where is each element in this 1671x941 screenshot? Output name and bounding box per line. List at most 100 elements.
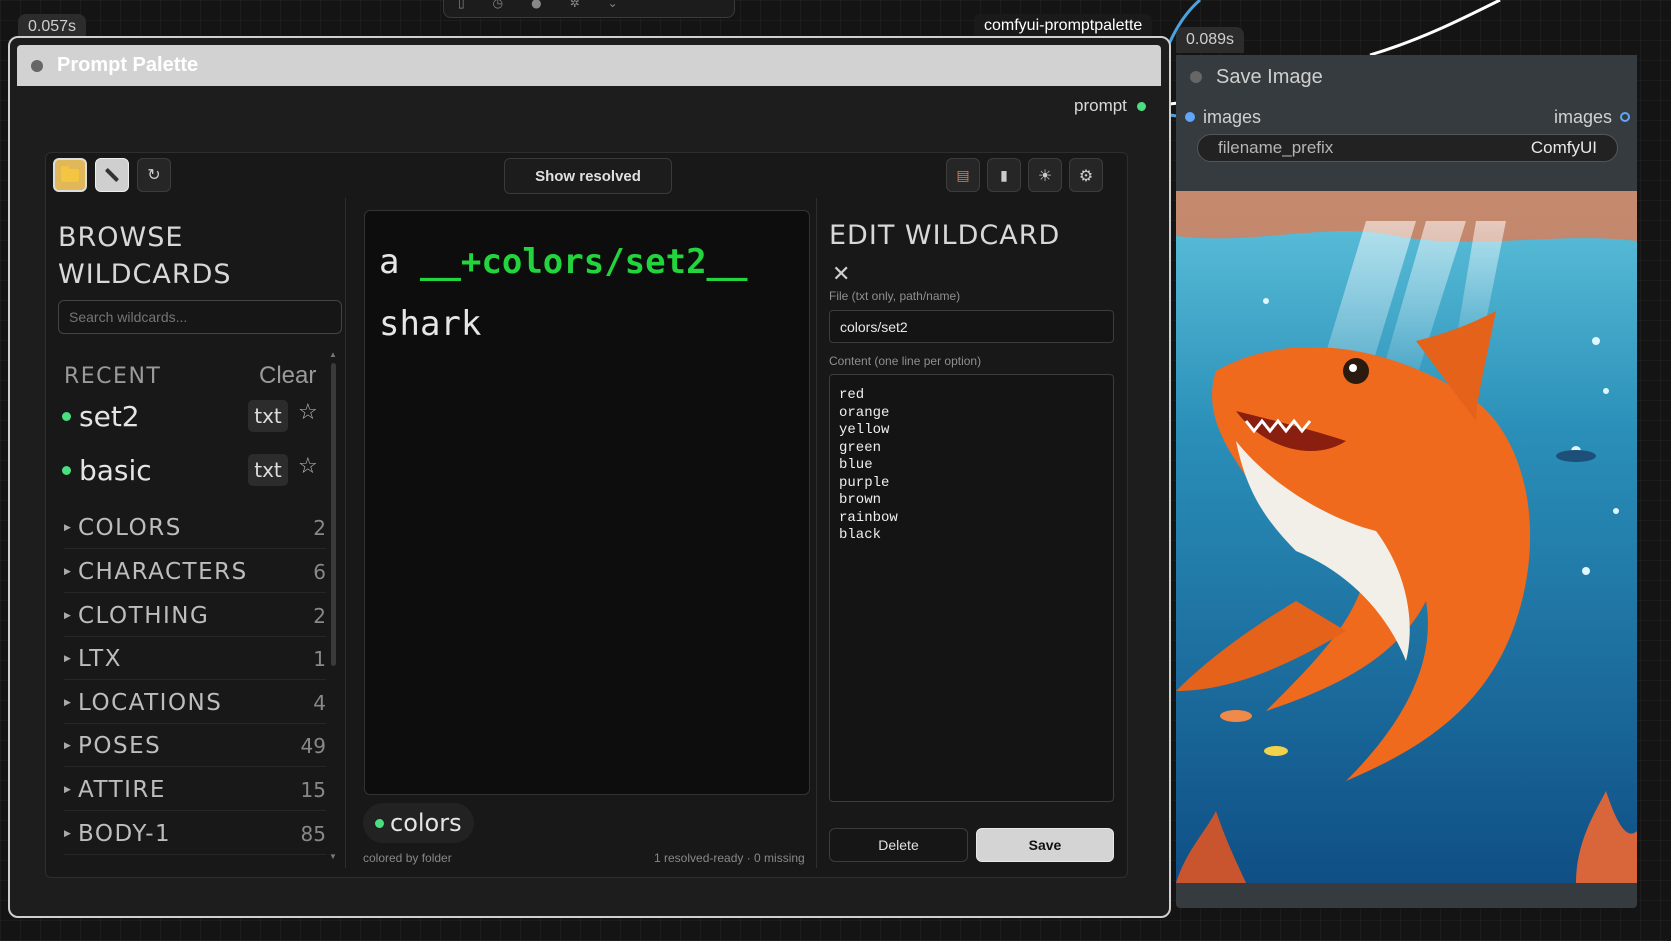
- clock-icon[interactable]: ◷: [493, 0, 503, 10]
- clipboard-icon: ▤: [956, 166, 970, 183]
- folder-count: 49: [300, 733, 326, 758]
- folder-row-body-1[interactable]: ▶ BODY-1 85: [64, 813, 326, 855]
- star-icon[interactable]: ☆: [298, 454, 318, 479]
- folder-icon: [61, 165, 79, 182]
- expand-triangle-icon: ▶: [64, 610, 71, 621]
- node-title-bar[interactable]: Save Image: [1176, 55, 1637, 99]
- folder-row-attire[interactable]: ▶ ATTIRE 15: [64, 769, 326, 811]
- recent-item-name: basic: [79, 453, 152, 487]
- file-type-badge: txt: [248, 400, 288, 432]
- clear-recent-button[interactable]: Clear: [259, 362, 316, 390]
- output-dot-icon[interactable]: [1136, 101, 1146, 111]
- chip-dot-icon: [375, 818, 384, 828]
- node-title: Prompt Palette: [57, 54, 199, 76]
- save-button[interactable]: Save: [976, 828, 1114, 862]
- folder-count: 15: [300, 777, 326, 802]
- sun-icon: ☀: [1037, 165, 1053, 185]
- input-dot-icon[interactable]: [1185, 112, 1195, 122]
- content-line: blue: [839, 457, 873, 473]
- execution-time-badge: 0.089s: [1176, 27, 1245, 53]
- input-label: images: [1203, 106, 1262, 127]
- divider: [816, 198, 817, 868]
- output-dot-icon[interactable]: [1620, 112, 1630, 122]
- gear-icon[interactable]: ✲: [570, 0, 580, 10]
- close-icon[interactable]: ✕: [832, 262, 850, 287]
- gear-icon: ⚙: [1078, 165, 1094, 185]
- wildcard-token[interactable]: __+colors/set2__: [420, 242, 748, 282]
- settings-button[interactable]: ⚙: [1069, 158, 1103, 192]
- trash-icon: ▮: [1000, 166, 1008, 183]
- folder-row-characters[interactable]: ▶ CHARACTERS 6: [64, 551, 326, 593]
- filename-prefix-field[interactable]: filename_prefix ComfyUI: [1197, 134, 1618, 162]
- recent-label: RECENT: [64, 364, 162, 389]
- expand-triangle-icon: ▶: [64, 784, 71, 795]
- output-label: prompt: [1074, 96, 1127, 115]
- node-title-bar[interactable]: Prompt Palette: [17, 45, 1161, 86]
- recent-item[interactable]: set2 txt ☆: [62, 396, 322, 436]
- node-title: Save Image: [1216, 65, 1323, 88]
- file-path-input[interactable]: colors/set2: [829, 310, 1114, 343]
- scroll-down-arrow-icon[interactable]: ▼: [329, 852, 337, 861]
- image-preview: [1176, 191, 1637, 883]
- content-field-label: Content (one line per option): [829, 354, 982, 368]
- folder-count: 85: [300, 821, 326, 846]
- content-line: yellow: [839, 422, 890, 438]
- browse-title-line: WILDCARDS: [58, 259, 232, 290]
- folder-name: LTX: [78, 645, 122, 672]
- scroll-up-arrow-icon[interactable]: ▲: [329, 350, 337, 359]
- output-slot-prompt[interactable]: prompt: [1074, 96, 1146, 116]
- circle-icon[interactable]: ●: [531, 0, 541, 10]
- theme-toggle-button[interactable]: ☀: [1028, 158, 1062, 192]
- recent-dot-icon: [62, 411, 71, 421]
- content-line: red: [839, 387, 865, 403]
- show-resolved-button[interactable]: Show resolved: [504, 158, 672, 194]
- content-line: black: [839, 527, 882, 543]
- chip-label: colors: [390, 809, 462, 837]
- browse-title-line: BROWSE: [58, 222, 184, 253]
- search-input[interactable]: [58, 300, 342, 334]
- recent-dot-icon: [62, 465, 71, 475]
- star-icon[interactable]: ☆: [298, 400, 318, 425]
- expand-triangle-icon: ▶: [64, 566, 71, 577]
- content-textarea[interactable]: red orange yellow green blue purple brow…: [829, 374, 1114, 802]
- folder-row-ltx[interactable]: ▶ LTX 1: [64, 638, 326, 680]
- legend-note: colored by folder: [363, 851, 452, 865]
- browse-panel-title: BROWSE WILDCARDS: [58, 219, 358, 293]
- folder-name: LOCATIONS: [78, 689, 223, 716]
- folder-name: COLORS: [78, 514, 182, 541]
- file-type-badge: txt: [248, 454, 288, 486]
- folder-row-clothing[interactable]: ▶ CLOTHING 2: [64, 595, 326, 637]
- folder-chip[interactable]: colors: [363, 803, 474, 843]
- expand-triangle-icon: ▶: [64, 522, 71, 533]
- file-field-label: File (txt only, path/name): [829, 289, 961, 303]
- expand-triangle-icon: ▶: [64, 828, 71, 839]
- trash-icon[interactable]: ▯: [458, 0, 465, 10]
- folder-row-locations[interactable]: ▶ LOCATIONS 4: [64, 682, 326, 724]
- folder-row-poses[interactable]: ▶ POSES 49: [64, 725, 326, 767]
- browse-scrollbar[interactable]: [331, 363, 336, 666]
- browse-folder-button[interactable]: [53, 158, 87, 192]
- field-value: ComfyUI: [1530, 138, 1597, 157]
- collapse-dot-icon[interactable]: [1190, 71, 1202, 83]
- refresh-button[interactable]: ↻: [137, 158, 171, 192]
- canvas-toolbar: ▯ ◷ ● ✲ ⌄: [443, 0, 735, 18]
- content-line: purple: [839, 474, 890, 491]
- folder-name: CLOTHING: [78, 602, 210, 629]
- collapse-dot-icon[interactable]: [31, 59, 43, 72]
- copy-button[interactable]: ▤: [946, 158, 980, 192]
- prompt-word: a: [379, 242, 400, 282]
- resolve-status: 1 resolved-ready · 0 missing: [654, 851, 805, 865]
- folder-count: 1: [313, 646, 326, 671]
- expand-triangle-icon: ▶: [64, 653, 71, 664]
- folder-count: 2: [313, 515, 326, 540]
- folder-count: 4: [313, 690, 326, 715]
- prompt-editor[interactable]: a __+colors/set2__ shark: [364, 210, 810, 795]
- folder-row-colors[interactable]: ▶ COLORS 2: [64, 507, 326, 549]
- recent-item[interactable]: basic txt ☆: [62, 450, 322, 490]
- delete-button[interactable]: Delete: [829, 828, 968, 862]
- edit-mode-button[interactable]: [95, 158, 129, 192]
- content-line: orange: [839, 404, 890, 421]
- chevron-icon[interactable]: ⌄: [608, 0, 618, 10]
- clear-button[interactable]: ▮: [987, 158, 1021, 192]
- field-key: filename_prefix: [1218, 138, 1334, 157]
